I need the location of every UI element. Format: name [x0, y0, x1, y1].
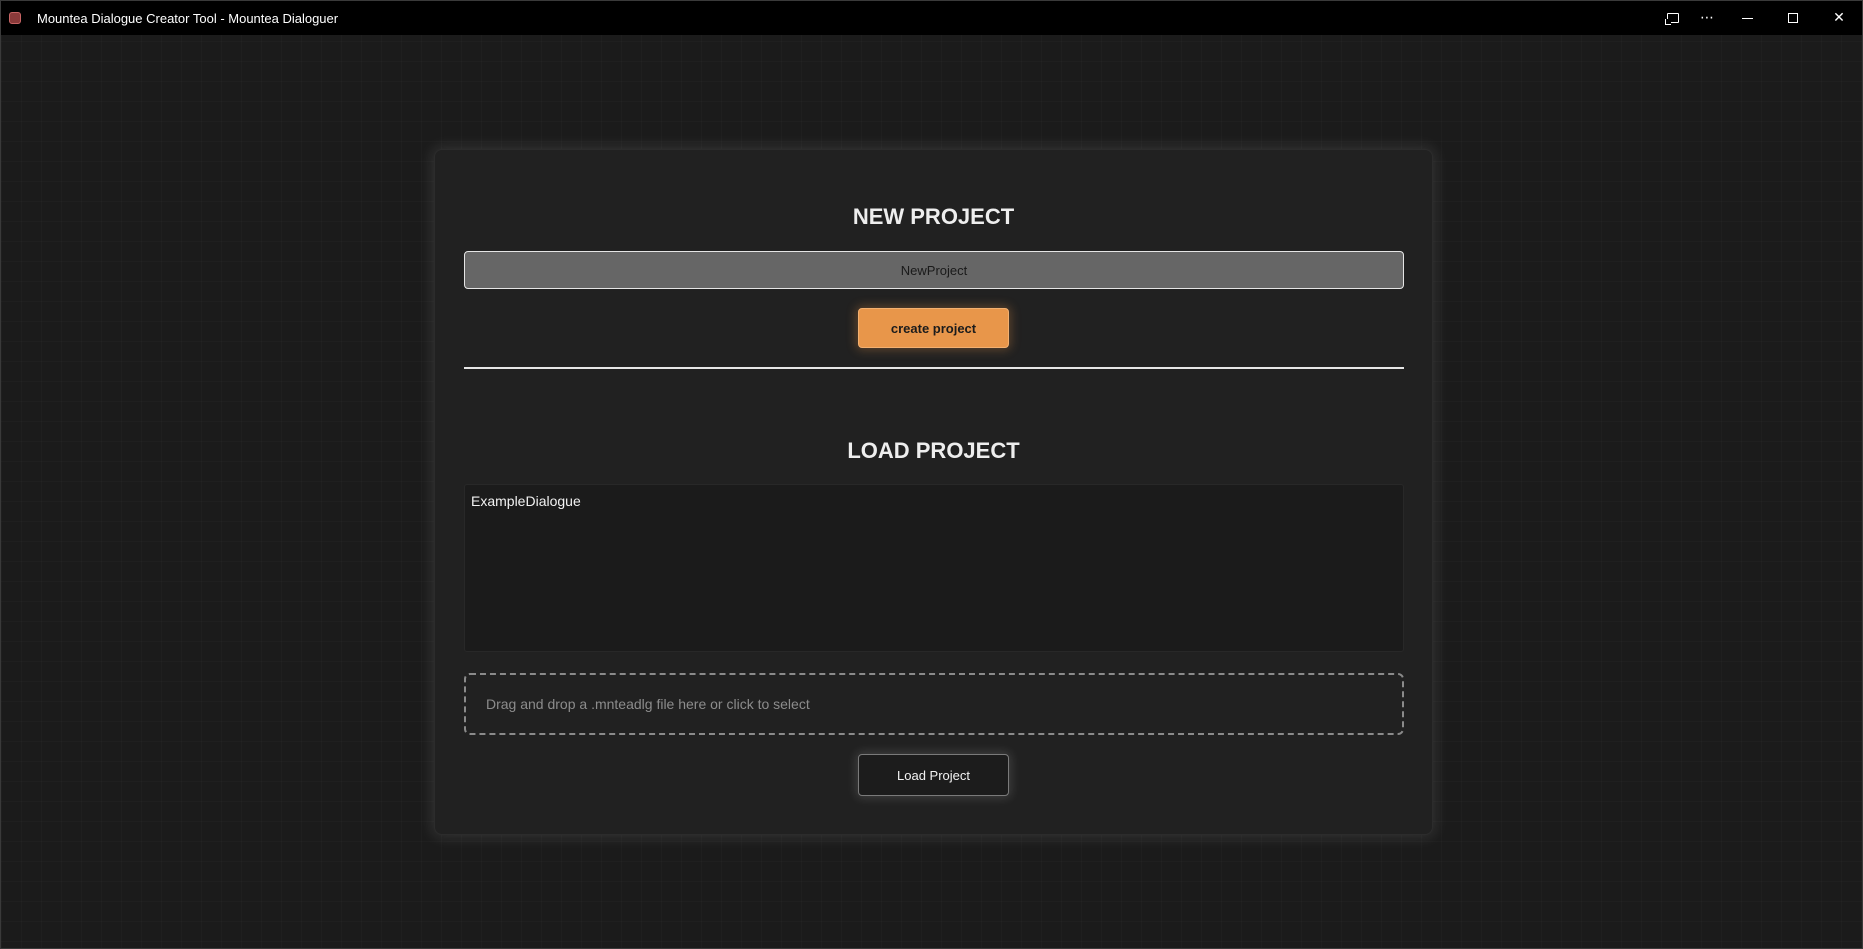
project-panel: NEW PROJECT create project LOAD PROJECT …: [434, 149, 1433, 835]
close-icon: ✕: [1833, 10, 1845, 26]
load-project-button[interactable]: Load Project: [858, 754, 1009, 796]
window-controls: ⋯ ✕: [1656, 1, 1862, 35]
more-icon: ⋯: [1700, 10, 1714, 26]
list-item[interactable]: ExampleDialogue: [471, 493, 1397, 509]
minimize-button[interactable]: [1724, 1, 1770, 35]
app-logo-icon: [9, 12, 21, 24]
section-divider: [464, 367, 1404, 369]
load-project-heading: LOAD PROJECT: [847, 438, 1020, 463]
file-dropzone[interactable]: Drag and drop a .mnteadlg file here or c…: [464, 673, 1404, 735]
minimize-icon: [1741, 17, 1753, 19]
cast-button[interactable]: [1656, 1, 1690, 35]
cast-icon: [1665, 13, 1679, 25]
window-title: Mountea Dialogue Creator Tool - Mountea …: [37, 10, 339, 26]
new-project-heading: NEW PROJECT: [852, 204, 1015, 229]
close-button[interactable]: ✕: [1816, 1, 1862, 35]
more-options-button[interactable]: ⋯: [1690, 1, 1724, 35]
project-list[interactable]: ExampleDialogue: [464, 484, 1404, 652]
project-name-input[interactable]: [464, 251, 1404, 289]
maximize-icon: [1788, 13, 1798, 23]
maximize-button[interactable]: [1770, 1, 1816, 35]
title-bar[interactable]: Mountea Dialogue Creator Tool - Mountea …: [1, 1, 1862, 35]
create-project-button[interactable]: create project: [858, 308, 1009, 348]
app-window: Mountea Dialogue Creator Tool - Mountea …: [0, 0, 1863, 949]
